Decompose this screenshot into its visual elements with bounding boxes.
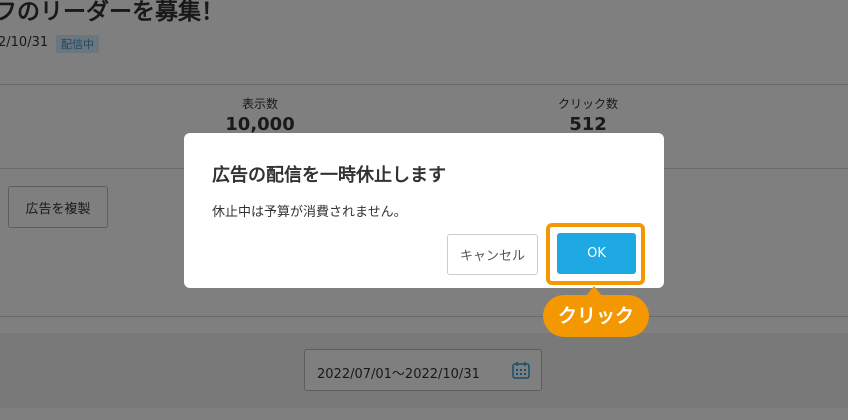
- pause-confirm-dialog: 広告の配信を一時休止します 休止中は予算が消費されません。 キャンセル OK: [184, 133, 664, 288]
- click-callout: クリック: [543, 295, 649, 337]
- dialog-message: 休止中は予算が消費されません。: [212, 205, 407, 220]
- cancel-button[interactable]: キャンセル: [447, 234, 538, 275]
- dialog-title: 広告の配信を一時休止します: [212, 165, 446, 186]
- ok-button[interactable]: OK: [557, 233, 636, 274]
